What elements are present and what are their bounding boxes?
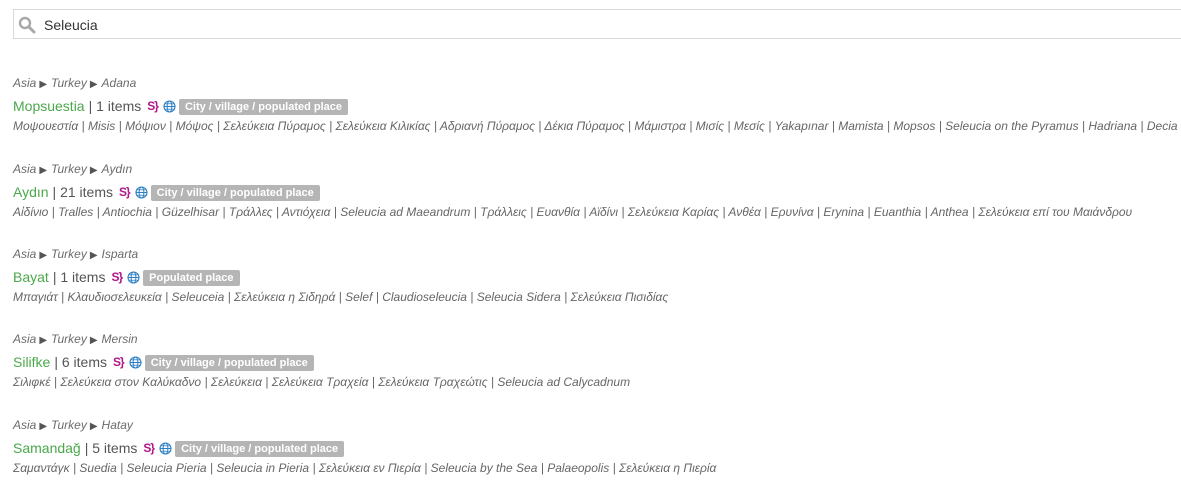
place-name-link[interactable]: Aydın bbox=[13, 184, 49, 200]
alternate-names: Μπαγιάτ | Κλαυδιοσελευκεία | Seleuceia |… bbox=[13, 290, 669, 304]
search-input[interactable] bbox=[44, 14, 1144, 36]
result-item: Asia ▶ Turkey ▶ Aydın Aydın | 21 items S} City … bbox=[13, 161, 1178, 220]
breadcrumb-arrow-icon: ▶ bbox=[39, 335, 48, 346]
breadcrumb-country[interactable]: Turkey bbox=[51, 247, 87, 261]
breadcrumb-arrow-icon: ▶ bbox=[39, 79, 48, 90]
place-type-badge: City / village / populated place bbox=[175, 441, 345, 457]
result-item: Asia ▶ Turkey ▶ Adana Mopsuestia | 1 items S} C… bbox=[13, 75, 1178, 134]
item-count: | 6 items bbox=[54, 354, 108, 370]
item-count: | 1 items bbox=[88, 98, 142, 114]
item-count: | 21 items bbox=[52, 184, 113, 200]
breadcrumb: Asia ▶ Turkey ▶ Mersin bbox=[13, 331, 1178, 347]
globe-icon[interactable] bbox=[129, 356, 142, 369]
breadcrumb-continent[interactable]: Asia bbox=[13, 247, 36, 261]
alternate-names: Σαμαντάγκ | Suedia | Seleucia Pieria | S… bbox=[13, 461, 717, 475]
s-link-icon[interactable]: S} bbox=[143, 438, 155, 458]
breadcrumb-arrow-icon: ▶ bbox=[39, 250, 48, 261]
breadcrumb-arrow-icon: ▶ bbox=[89, 335, 98, 346]
place-name-link[interactable]: Samandağ bbox=[13, 440, 81, 456]
place-type-badge: City / village / populated place bbox=[178, 99, 349, 115]
globe-icon[interactable] bbox=[127, 271, 140, 284]
s-link-icon[interactable]: S} bbox=[113, 352, 125, 372]
item-count: | 5 items bbox=[84, 440, 138, 456]
breadcrumb-region[interactable]: Aydın bbox=[102, 162, 133, 176]
breadcrumb-arrow-icon: ▶ bbox=[39, 165, 48, 176]
breadcrumb-continent[interactable]: Asia bbox=[13, 76, 36, 90]
result-item: Asia ▶ Turkey ▶ Hatay Samandağ | 5 items S} Cit… bbox=[13, 417, 1178, 476]
item-count: | 1 items bbox=[52, 269, 106, 285]
breadcrumb-arrow-icon: ▶ bbox=[89, 165, 98, 176]
globe-icon[interactable] bbox=[135, 186, 148, 199]
search-box[interactable] bbox=[13, 9, 1181, 39]
alternate-names: Μοψουεστία | Misis | Μόψιον | Μόψος | Σε… bbox=[13, 119, 1178, 133]
globe-icon[interactable] bbox=[163, 100, 176, 113]
breadcrumb-continent[interactable]: Asia bbox=[13, 162, 36, 176]
place-name-link[interactable]: Bayat bbox=[13, 269, 49, 285]
breadcrumb-arrow-icon: ▶ bbox=[89, 421, 98, 432]
breadcrumb-region[interactable]: Mersin bbox=[102, 332, 138, 346]
alternate-names: Σιλιφκέ | Σελεύκεια στον Καλύκαδνο | Σελ… bbox=[13, 375, 631, 389]
breadcrumb-region[interactable]: Hatay bbox=[102, 418, 133, 432]
place-type-badge: Populated place bbox=[143, 270, 240, 286]
breadcrumb-region[interactable]: Adana bbox=[102, 76, 137, 90]
breadcrumb: Asia ▶ Turkey ▶ Adana bbox=[13, 75, 1178, 91]
breadcrumb-country[interactable]: Turkey bbox=[51, 332, 87, 346]
globe-icon[interactable] bbox=[159, 442, 172, 455]
place-type-badge: City / village / populated place bbox=[144, 355, 314, 371]
place-name-link[interactable]: Silifke bbox=[13, 354, 50, 370]
breadcrumb-arrow-icon: ▶ bbox=[89, 250, 98, 261]
breadcrumb-continent[interactable]: Asia bbox=[13, 332, 36, 346]
alternate-names: Aἰδίνιο | Tralles | Antiochia | Güzelhis… bbox=[13, 205, 1133, 219]
breadcrumb-region[interactable]: Isparta bbox=[102, 247, 139, 261]
breadcrumb-arrow-icon: ▶ bbox=[39, 421, 48, 432]
place-name-link[interactable]: Mopsuestia bbox=[13, 98, 85, 114]
s-link-icon[interactable]: S} bbox=[111, 267, 123, 287]
result-item: Asia ▶ Turkey ▶ Isparta Bayat | 1 items S} Popu… bbox=[13, 246, 1178, 305]
breadcrumb: Asia ▶ Turkey ▶ Aydın bbox=[13, 161, 1178, 177]
breadcrumb: Asia ▶ Turkey ▶ Hatay bbox=[13, 417, 1178, 433]
breadcrumb: Asia ▶ Turkey ▶ Isparta bbox=[13, 246, 1178, 262]
place-type-badge: City / village / populated place bbox=[150, 185, 320, 201]
breadcrumb-country[interactable]: Turkey bbox=[51, 418, 87, 432]
s-link-icon[interactable]: S} bbox=[147, 96, 159, 116]
result-item: Asia ▶ Turkey ▶ Mersin Silifke | 6 items S} Cit… bbox=[13, 331, 1178, 390]
breadcrumb-continent[interactable]: Asia bbox=[13, 418, 36, 432]
search-icon bbox=[18, 16, 36, 34]
s-link-icon[interactable]: S} bbox=[119, 182, 131, 202]
breadcrumb-country[interactable]: Turkey bbox=[51, 162, 87, 176]
breadcrumb-arrow-icon: ▶ bbox=[89, 79, 98, 90]
breadcrumb-country[interactable]: Turkey bbox=[51, 76, 87, 90]
